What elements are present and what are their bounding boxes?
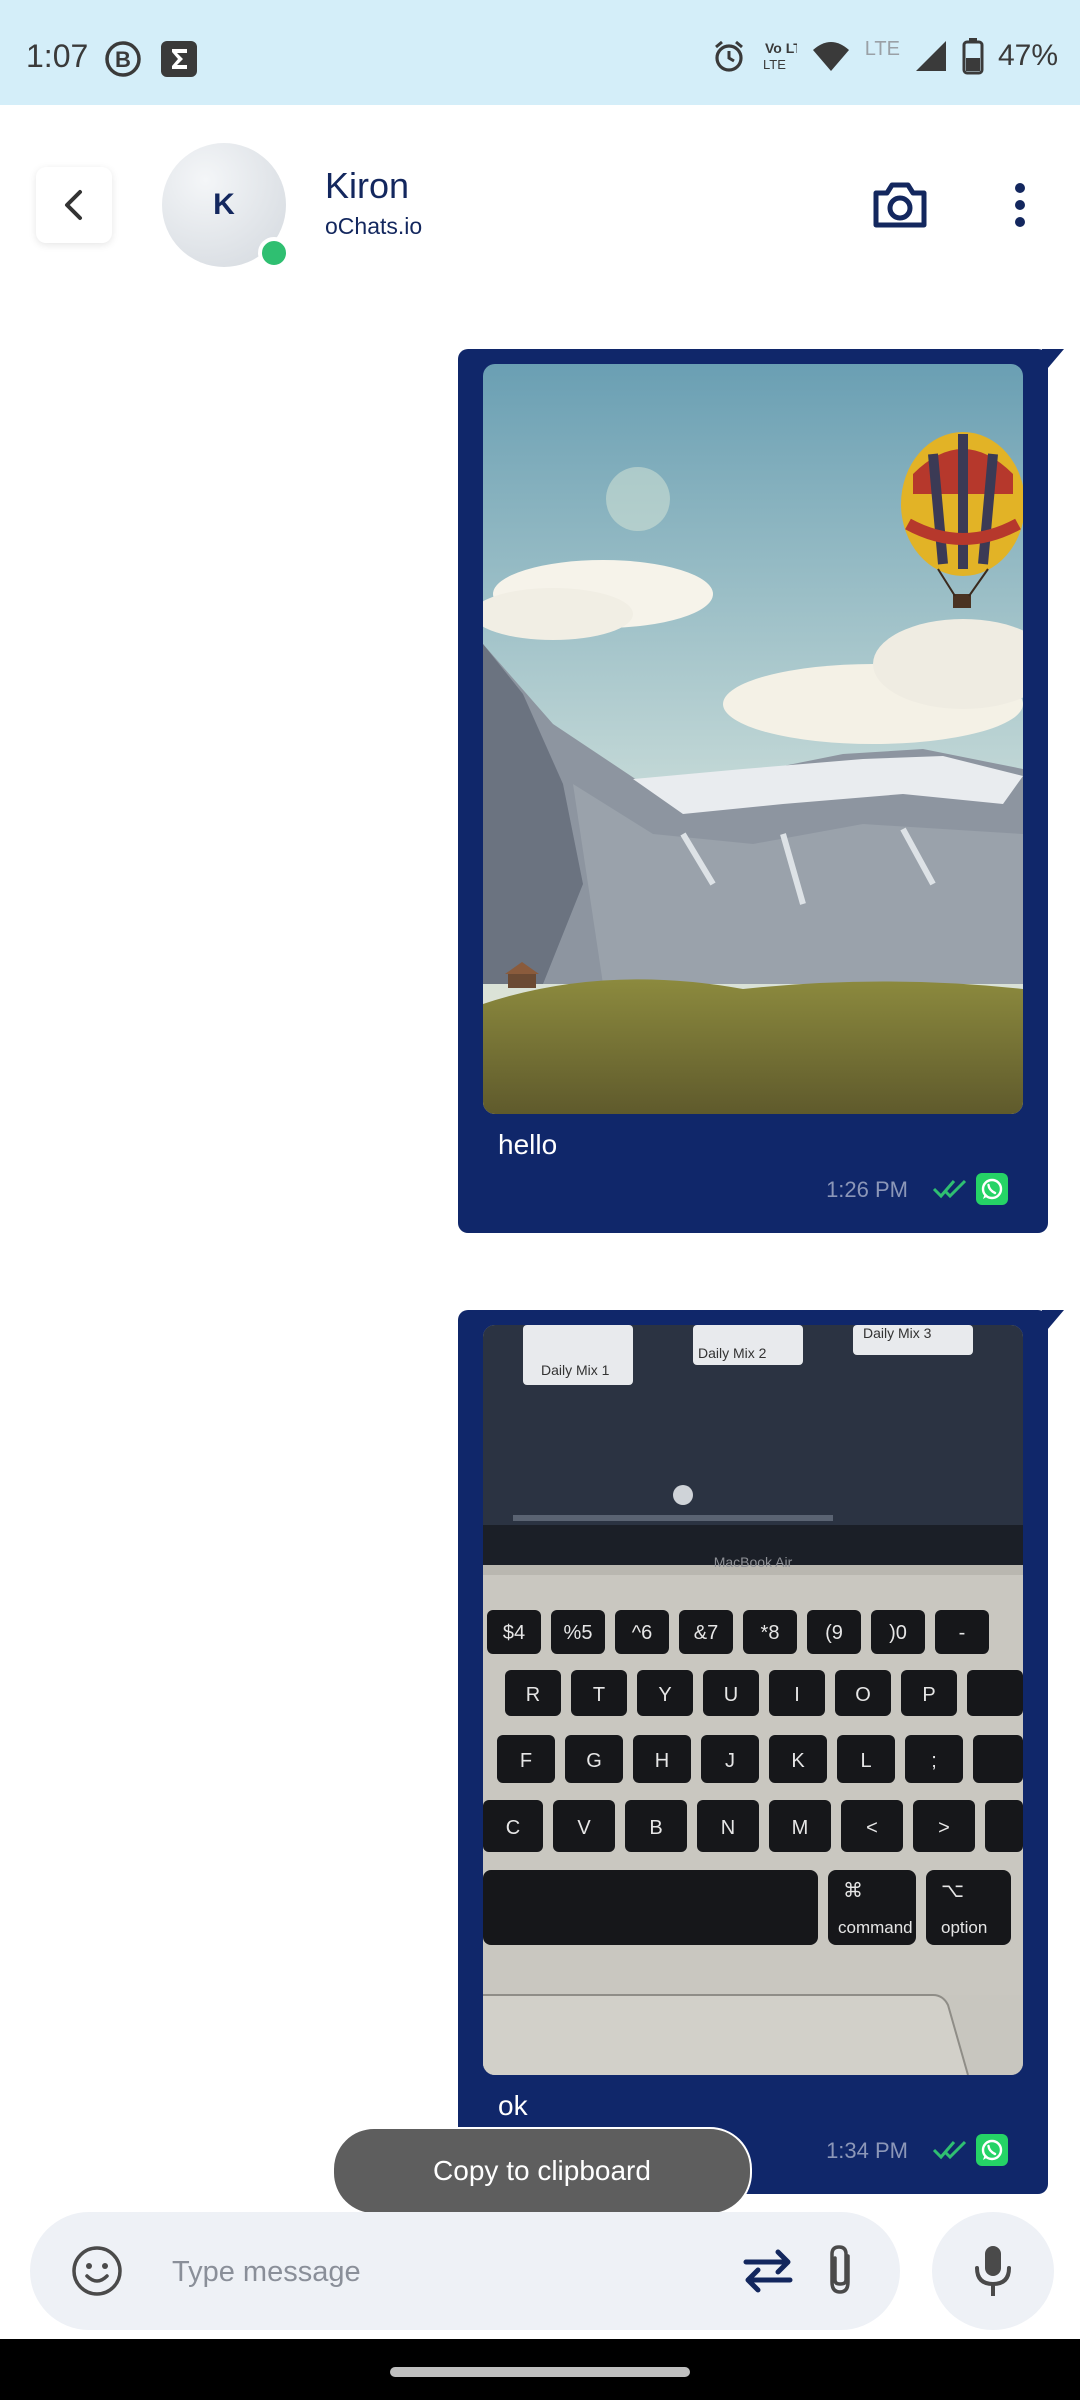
back-arrow-icon [65, 190, 82, 220]
svg-text:LTE: LTE [763, 57, 786, 72]
lte-label: LTE [864, 37, 900, 60]
battery-percent: 47% [997, 39, 1058, 72]
signal-icon [915, 41, 946, 71]
key-label: H [655, 1750, 669, 1772]
svg-text:Vo LTE: Vo LTE [765, 40, 797, 56]
message-composer [30, 2212, 900, 2330]
contact-subtitle: oChats.io [325, 213, 423, 239]
message-text: hello [498, 1129, 558, 1160]
key-label: R [526, 1684, 540, 1706]
double-check-icon [932, 1179, 967, 1199]
contact-name[interactable]: Kiron [325, 165, 409, 207]
laptop-brand: MacBook Air [714, 1554, 793, 1570]
b-circle-icon: B [105, 41, 141, 77]
daily-mix-2-card: Daily Mix 2 [698, 1345, 767, 1361]
key-label: O [855, 1684, 871, 1706]
paperclip-icon[interactable] [820, 2242, 860, 2300]
key-label: L [860, 1750, 871, 1772]
key-label: V [577, 1817, 591, 1839]
key-label: F [520, 1750, 532, 1772]
key-label: > [938, 1817, 950, 1839]
key-label: %5 [564, 1622, 593, 1644]
key-label: J [725, 1750, 735, 1772]
message-image-mountain[interactable] [483, 364, 1023, 1114]
home-gesture-handle[interactable] [390, 2367, 690, 2377]
copy-toast: Copy to clipboard [332, 2127, 752, 2215]
microphone-button[interactable] [932, 2212, 1054, 2330]
sigma-icon [161, 41, 197, 77]
key-label: T [593, 1684, 605, 1706]
command-symbol: ⌘ [843, 1880, 863, 1902]
swap-arrows-icon[interactable] [740, 2248, 796, 2294]
key-label: $4 [503, 1622, 525, 1644]
svg-text:B: B [115, 47, 131, 72]
message-bubble[interactable]: Daily Mix 1 Daily Mix 2 Daily Mix 3 MacB… [458, 1310, 1064, 2194]
back-button[interactable] [36, 167, 112, 243]
key-label: U [724, 1684, 738, 1706]
message-image-keyboard[interactable]: Daily Mix 1 Daily Mix 2 Daily Mix 3 MacB… [483, 1325, 1023, 2075]
message-text: ok [498, 2090, 528, 2121]
message-bubble[interactable]: hello 1:26 PM [458, 349, 1064, 1233]
key-label: &7 [694, 1622, 718, 1644]
whatsapp-badge [976, 2134, 1008, 2166]
key-label: - [959, 1622, 966, 1644]
status-time: 1:07 [26, 38, 89, 74]
key-label: *8 [761, 1622, 780, 1644]
avatar-initial: K [213, 188, 235, 221]
double-check-icon [932, 2140, 967, 2160]
battery-icon [962, 38, 984, 75]
whatsapp-icon [981, 2139, 1003, 2161]
key-label: )0 [889, 1622, 907, 1644]
microphone-icon [975, 2246, 1011, 2296]
message-time: 1:34 PM [826, 2138, 908, 2163]
key-label: M [792, 1817, 809, 1839]
key-label: I [794, 1684, 800, 1706]
mountain-balloon-photo [483, 364, 1023, 1114]
key-label: G [586, 1750, 602, 1772]
key-label: ^6 [632, 1622, 653, 1644]
daily-mix-1-card: Daily Mix 1 [541, 1362, 610, 1378]
alarm-icon [714, 40, 743, 72]
key-label: < [866, 1817, 878, 1839]
status-bar: 1:07 B Vo LTE LTE LTE 47% [0, 0, 1080, 105]
key-label: (9 [825, 1622, 843, 1644]
emoji-icon[interactable] [70, 2244, 124, 2298]
wifi-icon [812, 42, 849, 71]
daily-mix-3-card: Daily Mix 3 [863, 1325, 932, 1341]
bubble-tail [1042, 349, 1064, 375]
key-label: P [922, 1684, 935, 1706]
system-nav-bar [0, 2339, 1080, 2400]
key-label: B [649, 1817, 662, 1839]
whatsapp-badge [976, 1173, 1008, 1205]
option-symbol: ⌥ [941, 1880, 964, 1902]
online-status-dot [258, 237, 290, 269]
message-input[interactable] [170, 2242, 734, 2302]
key-label: ; [931, 1750, 937, 1772]
toast-text: Copy to clipboard [433, 2155, 651, 2186]
camera-icon[interactable] [870, 175, 930, 235]
chat-header: K Kiron oChats.io [0, 105, 1080, 305]
bubble-tail [1042, 1310, 1064, 1336]
laptop-keyboard-photo: Daily Mix 1 Daily Mix 2 Daily Mix 3 MacB… [483, 1325, 1023, 2075]
key-label: Y [658, 1684, 671, 1706]
key-label: N [721, 1817, 735, 1839]
key-label: K [791, 1750, 805, 1772]
message-time: 1:26 PM [826, 1177, 908, 1202]
volte-icon: Vo LTE LTE [763, 40, 797, 72]
whatsapp-icon [981, 1178, 1003, 1200]
option-key-label: option [941, 1918, 987, 1937]
key-label: C [506, 1817, 520, 1839]
more-vertical-icon[interactable] [1000, 175, 1040, 235]
status-right-group: Vo LTE LTE LTE 47% [711, 34, 1058, 78]
command-key-label: command [838, 1918, 913, 1937]
